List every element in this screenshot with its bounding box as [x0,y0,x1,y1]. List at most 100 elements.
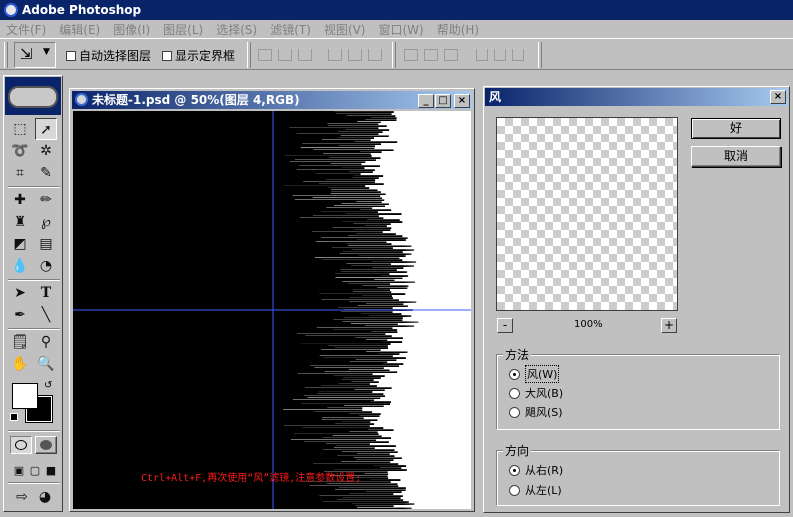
dialog-close-button[interactable]: × [770,90,786,104]
align-vcenter-icon[interactable] [278,49,292,61]
show-bounding-box-checkbox[interactable]: 显示定界框 [162,47,235,64]
toolbox-separator [8,186,60,188]
direction-right-label: 从右(R) [525,464,564,477]
direction-group-label: 方向 [503,442,532,459]
toolbox-header[interactable] [5,77,61,115]
method-group: 方法 风(W) 大风(B) 飓风(S) [496,346,780,430]
direction-right-radio[interactable]: 从右(R) [509,462,563,478]
direction-group: 方向 从右(R) 从左(L) [496,442,780,506]
move-tool-icon[interactable]: ➚ [35,118,57,140]
options-grip[interactable] [4,42,8,68]
crop-tool-icon[interactable]: ⌗ [9,162,31,184]
lasso-tool-icon[interactable]: ➰ [9,140,31,162]
dialog-title-bar[interactable]: 风 × [485,88,788,106]
eyedropper-tool-icon[interactable]: ⚲ [35,331,57,353]
eraser-tool-icon[interactable]: ◩ [9,233,31,255]
menu-window[interactable]: 窗口(W) [372,21,430,38]
distribute-hcenter-icon[interactable] [494,49,506,61]
pen-tool-icon[interactable]: ✒ [9,304,31,326]
distribute-right-icon[interactable] [512,49,524,61]
zoom-tool-icon[interactable]: 🔍 [35,353,57,375]
zoom-out-button[interactable]: - [497,318,513,333]
radio-icon[interactable] [509,484,520,496]
magic-wand-tool-icon[interactable]: ✲ [35,140,57,162]
blur-tool-icon[interactable]: 💧 [9,255,31,277]
clone-stamp-tool-icon[interactable]: ♜ [9,211,31,233]
slice-tool-icon[interactable]: ✎ [35,162,57,184]
move-tool-icon: ⇲ [20,45,33,63]
align-right-icon[interactable] [368,49,382,61]
notes-tool-icon[interactable]: 🗒 [9,331,31,353]
distribute-bottom-icon[interactable] [444,49,458,61]
options-divider [392,42,396,68]
distribute-top-icon[interactable] [404,49,418,61]
history-brush-tool-icon[interactable]: ℘ [35,211,57,233]
app-title-bar: Adobe Photoshop [0,0,793,20]
document-icon [75,93,88,106]
document-title-bar[interactable]: 未标题-1.psd @ 50%(图层 4,RGB) _ □ × [72,91,472,109]
foreground-color-swatch[interactable] [12,383,38,409]
distribute-vcenter-icon[interactable] [424,49,438,61]
align-hcenter-icon[interactable] [348,49,362,61]
radio-icon[interactable] [509,387,520,399]
menu-select[interactable]: 选择(S) [210,21,264,38]
line-tool-icon[interactable]: ╲ [35,304,57,326]
align-left-icon[interactable] [328,49,342,61]
full-screen-mode-icon[interactable]: ■ [40,460,62,482]
auto-select-layer-checkbox[interactable]: 自动选择图层 [66,47,151,64]
bounding-box-checkbox-box[interactable] [162,50,172,61]
distribute-left-icon[interactable] [476,49,488,61]
method-stagger-radio[interactable]: 飓风(S) [509,404,563,420]
radio-selected-icon[interactable] [509,368,520,380]
method-blast-radio[interactable]: 大风(B) [509,385,563,401]
minimize-button[interactable]: _ [418,94,434,108]
close-button[interactable]: × [454,94,470,108]
menu-view[interactable]: 视图(V) [318,21,373,38]
healing-brush-tool-icon[interactable]: ✚ [9,189,31,211]
type-tool-icon[interactable]: T [35,282,57,304]
maximize-button[interactable]: □ [435,94,451,108]
cancel-button[interactable]: 取消 [691,146,781,167]
bounding-box-label: 显示定界框 [175,49,236,63]
gradient-tool-icon[interactable]: ▤ [35,233,57,255]
auto-select-checkbox-box[interactable] [66,50,76,61]
photoshop-logo-icon [4,3,18,17]
zoom-in-button[interactable]: + [661,318,677,333]
image-canvas[interactable]: Ctrl+Alt+F,再次使用“风”滤镜,注意参数设置; [73,111,471,509]
dodge-tool-icon[interactable]: ◔ [35,255,57,277]
app-title: Adobe Photoshop [22,3,142,17]
jump-to-imageready-icon[interactable]: ⇨ [10,486,34,508]
menu-bar: 文件(F) 编辑(E) 图像(I) 图层(L) 选择(S) 滤镜(T) 视图(V… [0,20,793,38]
method-wind-radio[interactable]: 风(W) [509,365,560,383]
toolbox-separator [8,430,60,432]
default-colors-icon[interactable] [10,413,18,421]
align-top-icon[interactable] [258,49,272,61]
align-bottom-icon[interactable] [298,49,312,61]
swap-colors-icon[interactable]: ↺ [44,380,52,391]
radio-selected-icon[interactable] [509,464,520,476]
imageready-icon[interactable]: ◕ [34,486,56,508]
path-selection-tool-icon[interactable]: ➤ [9,282,31,304]
method-blast-label: 大风(B) [525,387,564,400]
brush-tool-icon[interactable]: ✏ [35,189,57,211]
tool-preset-picker[interactable]: ⇲ ▼ [14,42,56,68]
direction-left-radio[interactable]: 从左(L) [509,482,562,498]
radio-icon[interactable] [509,406,520,418]
direction-left-label: 从左(L) [525,484,562,497]
menu-edit[interactable]: 编辑(E) [53,21,107,38]
menu-file[interactable]: 文件(F) [0,21,53,38]
adobe-eye-logo-icon [8,86,58,108]
ok-button[interactable]: 好 [691,118,781,139]
document-title: 未标题-1.psd @ 50%(图层 4,RGB) [92,93,300,107]
quick-mask-mode-icon[interactable] [35,436,57,454]
menu-layer[interactable]: 图层(L) [157,21,210,38]
filter-preview[interactable] [496,117,678,311]
menu-help[interactable]: 帮助(H) [431,21,486,38]
wind-effect-image [73,111,471,509]
marquee-tool-icon[interactable]: ⬚ [9,118,31,140]
menu-image[interactable]: 图像(I) [107,21,157,38]
dialog-title: 风 [489,90,502,104]
hand-tool-icon[interactable]: ✋ [9,353,31,375]
menu-filter[interactable]: 滤镜(T) [264,21,318,38]
standard-mode-icon[interactable] [10,436,32,454]
